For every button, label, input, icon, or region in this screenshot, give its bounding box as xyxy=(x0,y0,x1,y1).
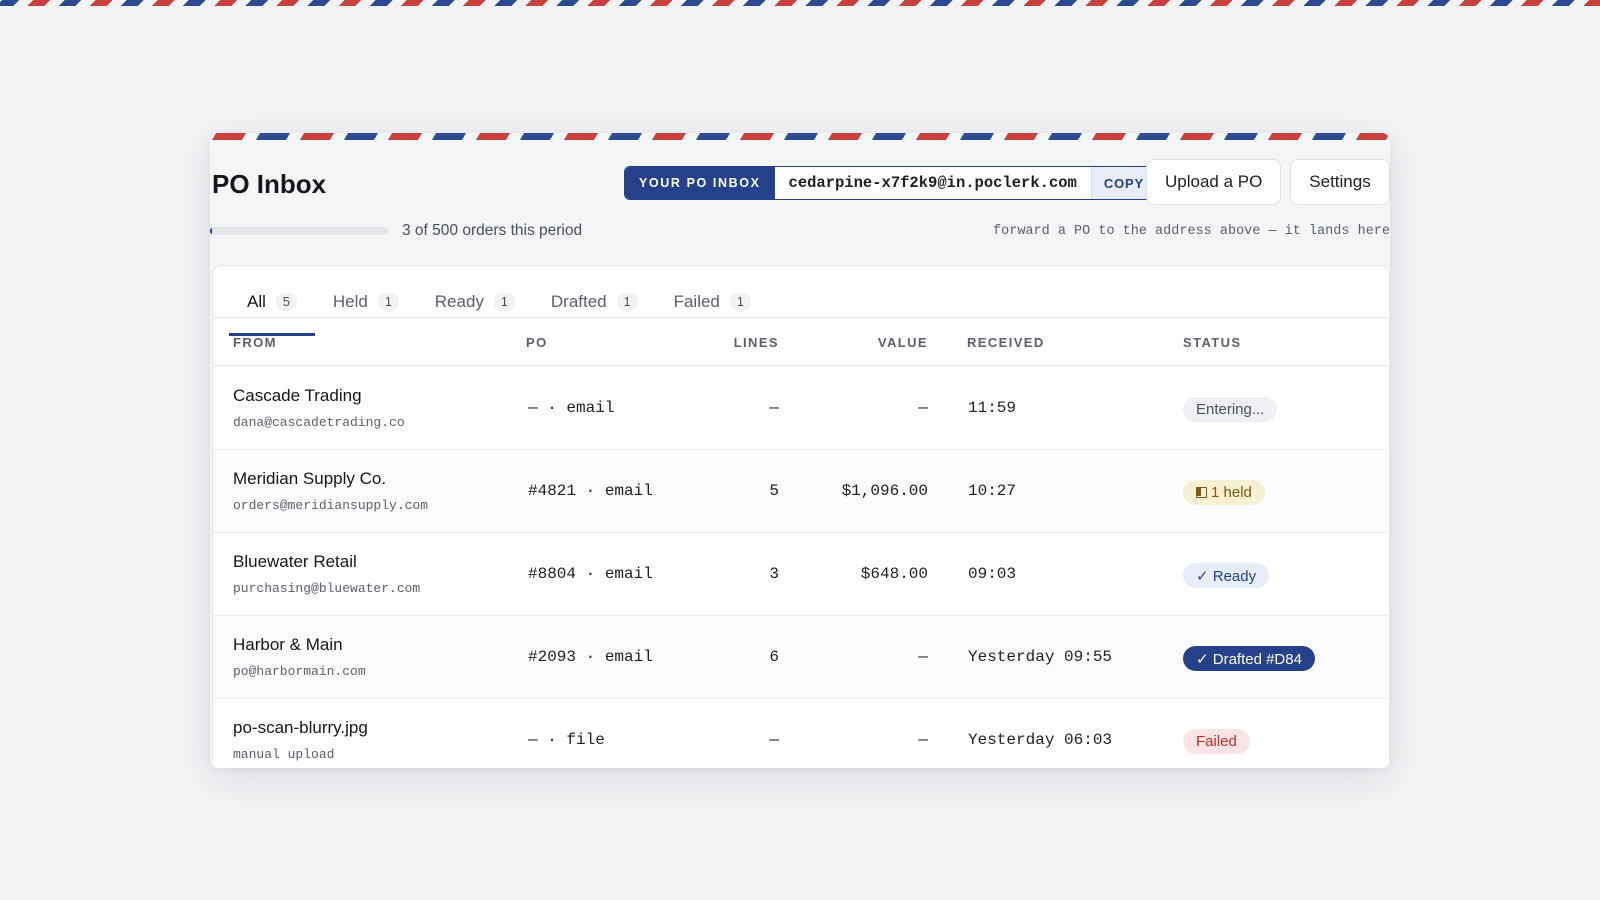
line-count: — xyxy=(769,399,779,417)
status-badge: Failed xyxy=(1183,729,1250,754)
po-number: #4821 · email xyxy=(528,482,653,500)
table-row[interactable]: Cascade Trading dana@cascadetrading.co —… xyxy=(213,367,1389,450)
orders-table-body: Cascade Trading dana@cascadetrading.co —… xyxy=(213,367,1389,768)
po-inbox-card: PO Inbox YOUR PO INBOX cedarpine-x7f2k9@… xyxy=(210,133,1390,768)
received-time: Yesterday 09:55 xyxy=(968,648,1113,666)
sender-email: po@harbormain.com xyxy=(233,664,366,679)
inbox-address[interactable]: cedarpine-x7f2k9@in.poclerk.com xyxy=(775,167,1091,199)
inbox-tag: YOUR PO INBOX xyxy=(625,167,775,199)
order-value: — xyxy=(918,399,928,417)
tab-count: 1 xyxy=(616,293,638,311)
sender-name: po-scan-blurry.jpg xyxy=(233,718,368,737)
sender-email: purchasing@bluewater.com xyxy=(233,581,421,596)
forward-hint: forward a PO to the address above — it l… xyxy=(993,224,1390,239)
held-icon xyxy=(1196,487,1207,498)
order-value: $648.00 xyxy=(860,565,928,583)
page-title: PO Inbox xyxy=(212,169,327,199)
tab-count: 1 xyxy=(377,293,399,311)
status-tabs: All 5 Held 1 Ready 1 Drafted 1 Failed 1 xyxy=(229,284,769,336)
received-time: 10:27 xyxy=(968,482,1017,500)
airmail-stripe-card xyxy=(210,133,1390,140)
orders-panel: All 5 Held 1 Ready 1 Drafted 1 Failed 1 … xyxy=(212,265,1390,768)
status-badge: ✓ Ready xyxy=(1183,563,1270,588)
column-header-from[interactable]: FROM xyxy=(233,335,277,350)
column-header-received[interactable]: RECEIVED xyxy=(967,335,1045,350)
sender-name: Meridian Supply Co. xyxy=(233,469,387,488)
tab-count: 5 xyxy=(275,293,297,311)
settings-button[interactable]: Settings xyxy=(1290,159,1390,205)
tab-label: Drafted xyxy=(550,292,607,311)
status-badge: 1 held xyxy=(1183,480,1265,505)
tab-drafted[interactable]: Drafted 1 xyxy=(533,284,656,320)
table-row[interactable]: Bluewater Retail purchasing@bluewater.co… xyxy=(213,533,1389,616)
po-number: — · email xyxy=(528,399,615,417)
table-row[interactable]: Harbor & Main po@harbormain.com #2093 · … xyxy=(213,616,1389,699)
table-header: FROM PO LINES VALUE RECEIVED STATUS xyxy=(213,318,1389,366)
sender-email: orders@meridiansupply.com xyxy=(233,498,429,513)
column-header-status[interactable]: STATUS xyxy=(1183,335,1241,350)
line-count: 3 xyxy=(769,565,779,583)
tab-ready[interactable]: Ready 1 xyxy=(417,284,533,320)
po-number: #2093 · email xyxy=(528,648,653,666)
inbox-address-pill: YOUR PO INBOX cedarpine-x7f2k9@in.pocler… xyxy=(624,166,1157,200)
header: PO Inbox YOUR PO INBOX cedarpine-x7f2k9@… xyxy=(210,159,1390,207)
usage-progress-bar xyxy=(210,227,388,235)
airmail-stripe-top xyxy=(0,0,1600,6)
received-time: 11:59 xyxy=(968,399,1017,417)
line-count: 6 xyxy=(769,648,779,666)
column-header-po[interactable]: PO xyxy=(526,335,548,350)
po-number: #8804 · email xyxy=(528,565,653,583)
line-count: 5 xyxy=(769,482,779,500)
sender-name: Cascade Trading xyxy=(233,386,362,405)
sender-email: dana@cascadetrading.co xyxy=(233,415,405,430)
sender-name: Harbor & Main xyxy=(233,635,343,654)
po-number: — · file xyxy=(528,731,605,749)
order-value: — xyxy=(918,648,928,666)
tab-count: 1 xyxy=(493,293,515,311)
tab-held[interactable]: Held 1 xyxy=(315,284,417,320)
tab-label: Failed xyxy=(673,292,720,311)
order-value: $1,096.00 xyxy=(841,482,928,500)
usage-progress-fill xyxy=(210,227,213,235)
status-badge: Entering... xyxy=(1183,397,1278,422)
tab-label: Ready xyxy=(434,292,484,311)
tab-label: All xyxy=(247,292,266,311)
column-header-lines[interactable]: LINES xyxy=(653,335,779,350)
status-badge: ✓ Drafted #D84 xyxy=(1183,646,1315,671)
tab-all[interactable]: All 5 xyxy=(229,284,315,336)
received-time: 09:03 xyxy=(968,565,1017,583)
tab-count: 1 xyxy=(729,293,751,311)
order-value: — xyxy=(918,731,928,749)
column-header-value[interactable]: VALUE xyxy=(813,335,928,350)
line-count: — xyxy=(769,731,779,749)
tab-label: Held xyxy=(332,292,368,311)
upload-po-button[interactable]: Upload a PO xyxy=(1146,159,1282,205)
sender-email: manual upload xyxy=(233,747,335,762)
usage-row: 3 of 500 orders this period forward a PO… xyxy=(210,221,1390,243)
table-row[interactable]: po-scan-blurry.jpg manual upload — · fil… xyxy=(213,699,1389,768)
tab-failed[interactable]: Failed 1 xyxy=(656,284,769,320)
status-badge-label: 1 held xyxy=(1211,484,1252,501)
usage-text: 3 of 500 orders this period xyxy=(402,222,583,239)
table-row[interactable]: Meridian Supply Co. orders@meridiansuppl… xyxy=(213,450,1389,533)
received-time: Yesterday 06:03 xyxy=(968,731,1113,749)
sender-name: Bluewater Retail xyxy=(233,552,357,571)
